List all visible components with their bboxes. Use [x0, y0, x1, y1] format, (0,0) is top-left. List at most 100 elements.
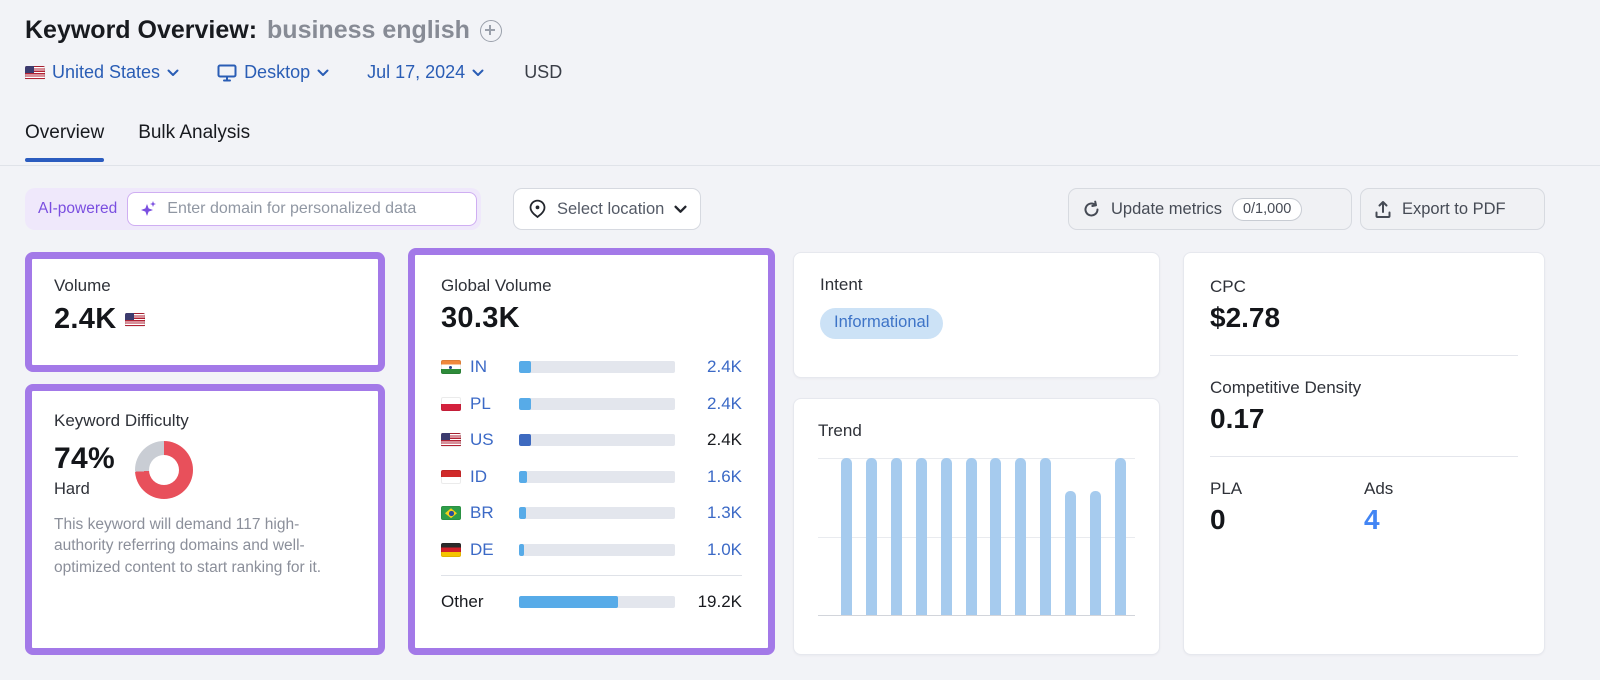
global-volume-row: IN 2.4K: [441, 349, 742, 386]
volume-bar-track: [519, 397, 675, 410]
intent-card: Intent Informational: [793, 252, 1160, 378]
country-code-link[interactable]: IN: [470, 357, 502, 377]
domain-input[interactable]: [167, 200, 465, 218]
country-code-link[interactable]: PL: [470, 394, 502, 414]
country-code-link[interactable]: US: [470, 430, 502, 450]
competitive-density-label: Competitive Density: [1210, 378, 1362, 397]
us-flag-icon: [441, 433, 461, 448]
pl-flag-icon: [441, 396, 461, 411]
cpc-label: CPC: [1210, 277, 1246, 296]
update-metrics-label: Update metrics: [1111, 199, 1222, 218]
date-filter[interactable]: Jul 17, 2024: [367, 62, 484, 83]
country-code-link[interactable]: BR: [470, 503, 502, 523]
trend-bar: [915, 458, 927, 615]
toolbar: AI-powered Select location Update metric…: [0, 188, 1600, 230]
trend-bar: [990, 458, 1002, 615]
tab-bulk-analysis[interactable]: Bulk Analysis: [138, 122, 250, 162]
global-volume-list: IN 2.4K PL 2.4K US 2.4K ID 1.6K BR 1.3K: [441, 349, 742, 621]
volume-bar-fill: [519, 434, 532, 447]
trend-bar: [890, 458, 902, 615]
chevron-down-icon: [167, 69, 179, 77]
volume-bar-track: [519, 543, 675, 556]
chevron-down-icon: [674, 205, 687, 213]
volume-bar-fill: [519, 596, 618, 608]
ads-label: Ads: [1364, 479, 1394, 498]
volume-card: Volume 2.4K: [25, 252, 385, 372]
ads-value[interactable]: 4: [1364, 504, 1518, 536]
trend-bar: [1040, 458, 1052, 615]
trend-bar: [940, 458, 952, 615]
currency-label: USD: [524, 62, 563, 82]
keyword-difficulty-severity: Hard: [54, 479, 90, 498]
country-code-link[interactable]: DE: [470, 540, 502, 560]
ai-powered-badge: AI-powered: [38, 200, 118, 217]
intent-label: Intent: [820, 275, 863, 294]
trend-bar: [841, 458, 852, 615]
difficulty-donut: [134, 441, 193, 499]
volume-bar-track: [519, 596, 675, 608]
br-flag-icon: [441, 506, 461, 521]
trend-bar: [865, 458, 877, 615]
filter-bar: United States Desktop Jul 17, 2024 USD: [25, 62, 562, 83]
tab-overview[interactable]: Overview: [25, 122, 105, 162]
device-filter-label: Desktop: [244, 62, 311, 82]
country-volume-value[interactable]: 2.4K: [692, 394, 742, 414]
country-filter[interactable]: United States: [25, 62, 179, 83]
cpc-value: $2.78: [1210, 302, 1281, 333]
keyword-difficulty-value: 74%: [54, 441, 115, 475]
volume-value: 2.4K: [54, 303, 117, 335]
domain-input-wrap: [127, 192, 478, 226]
metrics-quota-badge: 0/1,000: [1231, 197, 1303, 221]
country-code-link[interactable]: ID: [470, 467, 502, 487]
country-volume-value[interactable]: 1.3K: [692, 503, 742, 523]
intent-badge[interactable]: Informational: [820, 308, 944, 339]
divider: [441, 575, 742, 576]
trend-bar: [1065, 490, 1077, 615]
page-header: Keyword Overview: business english: [25, 16, 502, 45]
divider: [1210, 456, 1518, 457]
volume-label: Volume: [54, 276, 111, 295]
volume-bar-fill: [519, 361, 532, 374]
cpc-card: CPC $2.78 Competitive Density 0.17 PLA 0…: [1183, 252, 1545, 655]
keyword-difficulty-label: Keyword Difficulty: [54, 411, 189, 430]
in-flag-icon: [441, 360, 461, 375]
country-volume-value[interactable]: 1.0K: [692, 540, 742, 560]
global-volume-row-current: US 2.4K: [441, 422, 742, 459]
global-volume-row: ID 1.6K: [441, 459, 742, 496]
country-volume-value[interactable]: 2.4K: [692, 357, 742, 377]
country-filter-label: United States: [52, 62, 161, 82]
global-volume-row: DE 1.0K: [441, 532, 742, 569]
keyword-difficulty-card: Keyword Difficulty 74% Hard This keyword…: [25, 384, 385, 655]
trend-chart: [818, 458, 1135, 616]
pla-value: 0: [1210, 504, 1226, 535]
global-volume-row: BR 1.3K: [441, 495, 742, 532]
pla-label: PLA: [1210, 479, 1243, 498]
volume-bar-track: [519, 361, 675, 374]
tab-bar: Overview Bulk Analysis: [25, 122, 250, 162]
export-icon: [1374, 200, 1392, 219]
device-filter[interactable]: Desktop: [217, 62, 329, 83]
export-pdf-button[interactable]: Export to PDF: [1360, 188, 1545, 230]
tab-divider: [0, 165, 1600, 166]
other-label: Other: [441, 592, 484, 611]
add-keyword-icon[interactable]: [479, 19, 502, 42]
page-title: Keyword Overview:: [25, 16, 258, 44]
volume-bar-fill: [519, 543, 525, 556]
global-volume-value: 30.3K: [441, 302, 520, 334]
trend-bars: [818, 458, 1135, 615]
refresh-icon: [1082, 200, 1101, 219]
de-flag-icon: [441, 542, 461, 557]
country-volume-value[interactable]: 1.6K: [692, 467, 742, 487]
trend-bar: [1090, 490, 1102, 615]
select-location-label: Select location: [557, 199, 665, 218]
date-filter-label: Jul 17, 2024: [367, 62, 466, 82]
global-volume-label: Global Volume: [441, 276, 552, 295]
volume-bar-track: [519, 507, 675, 520]
update-metrics-button[interactable]: Update metrics 0/1,000: [1068, 188, 1352, 230]
select-location-dropdown[interactable]: Select location: [513, 188, 702, 230]
trend-bar: [1114, 458, 1126, 615]
sparkles-icon: [140, 200, 158, 218]
volume-bar-fill: [519, 397, 532, 410]
export-pdf-label: Export to PDF: [1402, 199, 1506, 218]
global-volume-card: Global Volume 30.3K IN 2.4K PL 2.4K US 2…: [408, 248, 775, 655]
